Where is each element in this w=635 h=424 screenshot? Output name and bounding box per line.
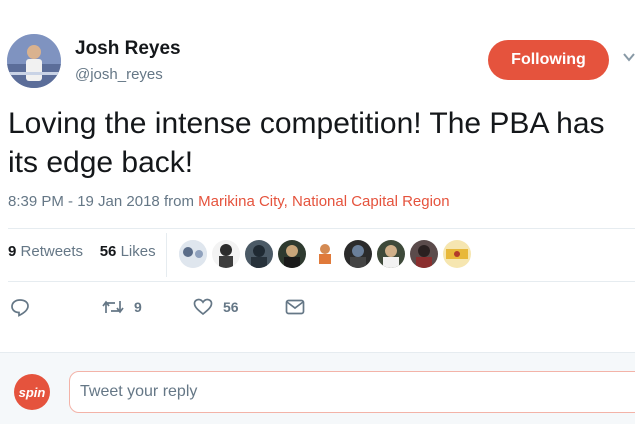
liker-avatar[interactable]	[443, 240, 471, 268]
chevron-down-icon[interactable]	[622, 50, 635, 64]
liker-avatar[interactable]	[344, 240, 372, 268]
likes-label: Likes	[120, 243, 156, 260]
liker-avatar[interactable]	[278, 240, 306, 268]
liker-avatar[interactable]	[245, 240, 273, 268]
liker-avatar[interactable]	[410, 240, 438, 268]
retweet-count: 9	[134, 299, 142, 315]
retweet-icon	[102, 300, 124, 314]
tweet-stats: 9 Retweets 56 Likes	[8, 243, 156, 260]
reply-button[interactable]	[10, 296, 30, 318]
tweet-location[interactable]: Marikina City, National Capital Region	[198, 193, 450, 210]
retweet-button[interactable]: 9	[102, 296, 142, 318]
like-count: 56	[223, 299, 239, 315]
direct-message-button[interactable]	[285, 296, 305, 318]
tweet-meta: 8:39 PM - 19 Jan 2018 from Marikina City…	[8, 193, 450, 210]
stats-divider	[166, 233, 167, 277]
liker-avatar[interactable]	[212, 240, 240, 268]
author-handle[interactable]: @josh_reyes	[75, 66, 163, 83]
tweet-timestamp[interactable]: 8:39 PM - 19 Jan 2018	[8, 193, 160, 210]
reply-icon	[11, 299, 29, 317]
likes-count: 56	[99, 243, 117, 260]
like-button[interactable]: 56	[193, 296, 239, 318]
reply-user-avatar: spin	[14, 374, 50, 410]
from-label: from	[163, 193, 194, 210]
tweet-text: Loving the intense competition! The PBA …	[8, 107, 605, 179]
divider	[8, 281, 635, 282]
reply-input[interactable]	[69, 371, 635, 413]
divider	[8, 228, 635, 229]
retweets-count: 9	[8, 243, 17, 260]
author-avatar[interactable]	[7, 34, 61, 88]
retweets-stat[interactable]: 9 Retweets	[8, 243, 83, 260]
following-button[interactable]: Following	[488, 40, 609, 80]
retweets-label: Retweets	[20, 243, 84, 260]
heart-icon	[193, 298, 213, 316]
liker-avatar[interactable]	[377, 240, 405, 268]
author-name[interactable]: Josh Reyes	[75, 38, 181, 60]
likes-stat[interactable]: 56 Likes	[100, 243, 156, 260]
liker-avatar[interactable]	[179, 240, 207, 268]
liker-avatar[interactable]	[311, 240, 339, 268]
envelope-icon	[285, 299, 305, 315]
